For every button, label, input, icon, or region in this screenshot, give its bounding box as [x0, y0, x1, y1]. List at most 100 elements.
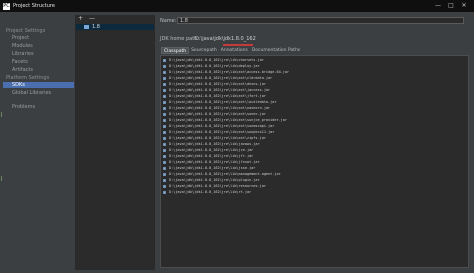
detail-tabs: Classpath Sourcepath Annotations Documen… — [161, 47, 302, 54]
path-text: D:\java\jdk\jdk1.8.0_162\jre\lib\ext\jac… — [169, 88, 271, 92]
jar-icon — [163, 76, 166, 80]
path-text: D:\java\jdk\jdk1.8.0_162\jre\lib\ext\dns… — [169, 82, 266, 86]
list-item[interactable]: D:\java\jdk\jdk1.8.0_162\jre\lib\ext\acc… — [163, 70, 289, 74]
jar-icon — [163, 142, 166, 146]
list-item[interactable]: D:\java\jdk\jdk1.8.0_162\jre\lib\jfr.jar — [163, 154, 253, 158]
path-text: D:\java\jdk\jdk1.8.0_162\jre\lib\charset… — [169, 58, 264, 62]
jar-icon — [163, 184, 166, 188]
remove-sdk-button[interactable]: — — [89, 15, 95, 22]
list-item[interactable]: D:\java\jdk\jdk1.8.0_162\jre\lib\ext\jfx… — [163, 94, 266, 98]
path-text: D:\java\jdk\jdk1.8.0_162\jre\lib\ext\nas… — [169, 106, 271, 110]
folder-icon — [84, 25, 89, 29]
jar-icon — [163, 178, 166, 182]
sdk-toolbar: + — — [78, 15, 95, 22]
sdk-item-1-8[interactable]: 1.8 — [76, 24, 154, 30]
nav-global-libraries[interactable]: Global Libraries — [12, 90, 51, 96]
sdk-item-label: 1.8 — [92, 24, 100, 30]
jar-icon — [163, 88, 166, 92]
jdk-home-label: JDK home path: — [160, 36, 200, 42]
path-text: D:\java\jdk\jdk1.8.0_162\jre\lib\deploy.… — [169, 64, 260, 68]
path-text: D:\java\jdk\jdk1.8.0_162\jre\lib\rt.jar — [169, 190, 252, 194]
path-text: D:\java\jdk\jdk1.8.0_162\jre\lib\jfr.jar — [169, 154, 254, 158]
nav-project[interactable]: Project — [12, 35, 29, 41]
path-text: D:\java\jdk\jdk1.8.0_162\jre\lib\ext\jfx… — [169, 94, 266, 98]
list-item[interactable]: D:\java\jdk\jdk1.8.0_162\jre\lib\jfxswt.… — [163, 160, 260, 164]
list-item[interactable]: D:\java\jdk\jdk1.8.0_162\jre\lib\ext\dns… — [163, 82, 266, 86]
list-item[interactable]: D:\java\jdk\jdk1.8.0_162\jre\lib\plugin.… — [163, 178, 260, 182]
maximize-button[interactable]: □ — [447, 2, 455, 10]
name-label: Name: — [160, 18, 177, 24]
jdk-home-path[interactable]: D:\java\jdk\jdk1.8.0_162 — [195, 36, 256, 42]
nav-facets[interactable]: Facets — [12, 59, 28, 65]
edge-marker — [1, 176, 2, 181]
path-text: D:\java\jdk\jdk1.8.0_162\jre\lib\ext\cld… — [169, 76, 273, 80]
path-text: D:\java\jdk\jdk1.8.0_162\jre\lib\jce.jar — [169, 148, 254, 152]
sdk-list-pane: 1.8 — [75, 15, 155, 270]
jar-icon — [163, 166, 166, 170]
name-field[interactable]: 1.8 — [177, 17, 464, 24]
path-text: D:\java\jdk\jdk1.8.0_162\jre\lib\ext\sun… — [169, 118, 288, 122]
add-sdk-button[interactable]: + — [78, 15, 83, 22]
jar-icon — [163, 112, 166, 116]
path-text: D:\java\jdk\jdk1.8.0_162\jre\lib\ext\acc… — [169, 70, 290, 74]
jar-icon — [163, 64, 166, 68]
nav-modules[interactable]: Modules — [12, 43, 33, 49]
tab-annotations[interactable]: Annotations — [219, 47, 250, 54]
list-item[interactable]: D:\java\jdk\jdk1.8.0_162\jre\lib\ext\sun… — [163, 130, 274, 134]
jar-icon — [163, 118, 166, 122]
jar-icon — [163, 154, 166, 158]
nav-sdks[interactable]: SDKs — [3, 82, 74, 88]
list-item[interactable]: D:\java\jdk\jdk1.8.0_162\jre\lib\ext\sun… — [163, 124, 274, 128]
window-title: Project Structure — [13, 3, 55, 9]
path-text: D:\java\jdk\jdk1.8.0_162\jre\lib\ext\sun… — [169, 112, 266, 116]
list-item[interactable]: D:\java\jdk\jdk1.8.0_162\jre\lib\ext\cld… — [163, 76, 272, 80]
title-bar: PC Project Structure — □ ✕ — [0, 0, 474, 12]
edge-marker — [1, 112, 2, 117]
project-settings-title: Project Settings — [6, 28, 46, 34]
classpath-list[interactable]: D:\java\jdk\jdk1.8.0_162\jre\lib\charset… — [160, 55, 469, 268]
tab-classpath[interactable]: Classpath — [161, 47, 190, 54]
list-item[interactable]: D:\java\jdk\jdk1.8.0_162\jre\lib\ext\zip… — [163, 136, 266, 140]
list-item[interactable]: D:\java\jdk\jdk1.8.0_162\jre\lib\charset… — [163, 58, 264, 62]
list-item[interactable]: D:\java\jdk\jdk1.8.0_162\jre\lib\jsse.ja… — [163, 166, 255, 170]
nav-artifacts[interactable]: Artifacts — [12, 67, 33, 73]
jar-icon — [163, 106, 166, 110]
list-item[interactable]: D:\java\jdk\jdk1.8.0_162\jre\lib\ext\sun… — [163, 118, 287, 122]
jar-icon — [163, 172, 166, 176]
app-icon: PC — [3, 2, 10, 10]
path-text: D:\java\jdk\jdk1.8.0_162\jre\lib\ext\zip… — [169, 136, 266, 140]
jar-icon — [163, 130, 166, 134]
nav-problems[interactable]: Problems — [12, 104, 35, 110]
jar-icon — [163, 124, 166, 128]
jar-icon — [163, 82, 166, 86]
list-item[interactable]: D:\java\jdk\jdk1.8.0_162\jre\lib\deploy.… — [163, 64, 260, 68]
list-item[interactable]: D:\java\jdk\jdk1.8.0_162\jre\lib\jce.jar — [163, 148, 253, 152]
jar-icon — [163, 136, 166, 140]
tab-sourcepath[interactable]: Sourcepath — [189, 47, 219, 54]
list-item[interactable]: D:\java\jdk\jdk1.8.0_162\jre\lib\ext\loc… — [163, 100, 276, 104]
list-item[interactable]: D:\java\jdk\jdk1.8.0_162\jre\lib\rt.jar — [163, 190, 251, 194]
tab-documentation-paths[interactable]: Documentation Paths — [250, 47, 302, 54]
jar-icon — [163, 160, 166, 164]
list-item[interactable]: D:\java\jdk\jdk1.8.0_162\jre\lib\ext\sun… — [163, 112, 266, 116]
path-text: D:\java\jdk\jdk1.8.0_162\jre\lib\jfxswt.… — [169, 160, 260, 164]
path-text: D:\java\jdk\jdk1.8.0_162\jre\lib\javaws.… — [169, 142, 260, 146]
sdk-details: Name: 1.8 JDK home path: D:\java\jdk\jdk… — [155, 15, 474, 270]
list-item[interactable]: D:\java\jdk\jdk1.8.0_162\jre\lib\ext\jac… — [163, 88, 270, 92]
list-item[interactable]: D:\java\jdk\jdk1.8.0_162\jre\lib\managem… — [163, 172, 281, 176]
jar-icon — [163, 148, 166, 152]
nav-libraries[interactable]: Libraries — [12, 51, 34, 57]
path-text: D:\java\jdk\jdk1.8.0_162\jre\lib\plugin.… — [169, 178, 260, 182]
path-text: D:\java\jdk\jdk1.8.0_162\jre\lib\ext\sun… — [169, 124, 275, 128]
list-item[interactable]: D:\java\jdk\jdk1.8.0_162\jre\lib\javaws.… — [163, 142, 260, 146]
list-item[interactable]: D:\java\jdk\jdk1.8.0_162\jre\lib\ext\nas… — [163, 106, 270, 110]
path-text: D:\java\jdk\jdk1.8.0_162\jre\lib\jsse.ja… — [169, 166, 256, 170]
list-item[interactable]: D:\java\jdk\jdk1.8.0_162\jre\lib\resourc… — [163, 184, 266, 188]
red-underline-mark — [223, 44, 253, 46]
path-text: D:\java\jdk\jdk1.8.0_162\jre\lib\ext\sun… — [169, 130, 275, 134]
left-navigation: Project Settings Project Modules Librari… — [3, 15, 74, 270]
minimize-button[interactable]: — — [434, 2, 442, 10]
close-button[interactable]: ✕ — [460, 2, 468, 10]
jar-icon — [163, 94, 166, 98]
path-text: D:\java\jdk\jdk1.8.0_162\jre\lib\resourc… — [169, 184, 266, 188]
